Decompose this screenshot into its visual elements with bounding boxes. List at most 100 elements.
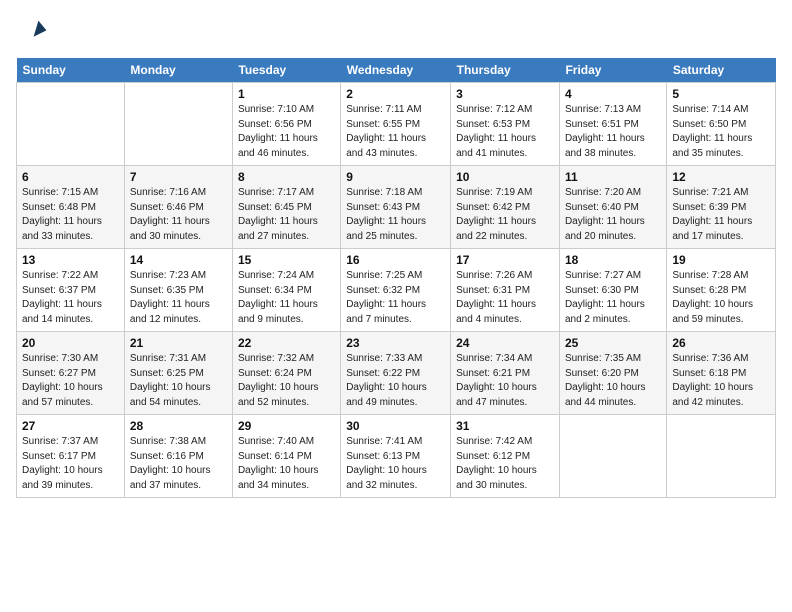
day-detail: Sunrise: 7:26 AM Sunset: 6:31 PM Dayligh…: [456, 269, 554, 327]
day-number: 24: [456, 336, 554, 350]
column-header-saturday: Saturday: [667, 58, 776, 83]
day-detail: Sunrise: 7:12 AM Sunset: 6:53 PM Dayligh…: [456, 103, 554, 161]
day-detail: Sunrise: 7:38 AM Sunset: 6:16 PM Dayligh…: [130, 435, 227, 493]
day-detail: Sunrise: 7:31 AM Sunset: 6:25 PM Dayligh…: [130, 352, 227, 410]
day-number: 10: [456, 170, 554, 184]
day-number: 7: [130, 170, 227, 184]
calendar-cell: 16 Sunrise: 7:25 AM Sunset: 6:32 PM Dayli…: [341, 249, 451, 332]
day-detail: Sunrise: 7:37 AM Sunset: 6:17 PM Dayligh…: [22, 435, 119, 493]
day-detail: Sunrise: 7:15 AM Sunset: 6:48 PM Dayligh…: [22, 186, 119, 244]
week-row-2: 6 Sunrise: 7:15 AM Sunset: 6:48 PM Daylig…: [17, 166, 776, 249]
calendar-cell: 22Sunrise: 7:32 AM Sunset: 6:24 PM Dayli…: [232, 332, 340, 415]
day-number: 15: [238, 253, 335, 267]
day-detail: Sunrise: 7:35 AM Sunset: 6:20 PM Dayligh…: [565, 352, 661, 410]
page-header: [16, 16, 776, 48]
day-number: 31: [456, 419, 554, 433]
calendar-cell: 6 Sunrise: 7:15 AM Sunset: 6:48 PM Daylig…: [17, 166, 125, 249]
calendar-cell: 9 Sunrise: 7:18 AM Sunset: 6:43 PM Daylig…: [341, 166, 451, 249]
calendar-cell: 13Sunrise: 7:22 AM Sunset: 6:37 PM Dayli…: [17, 249, 125, 332]
day-detail: Sunrise: 7:23 AM Sunset: 6:35 PM Dayligh…: [130, 269, 227, 327]
day-number: 8: [238, 170, 335, 184]
logo-icon: [16, 16, 48, 48]
day-detail: Sunrise: 7:42 AM Sunset: 6:12 PM Dayligh…: [456, 435, 554, 493]
day-detail: Sunrise: 7:11 AM Sunset: 6:55 PM Dayligh…: [346, 103, 445, 161]
day-detail: Sunrise: 7:17 AM Sunset: 6:45 PM Dayligh…: [238, 186, 335, 244]
day-number: 11: [565, 170, 661, 184]
calendar-cell: 29 Sunrise: 7:40 AM Sunset: 6:14 PM Dayli…: [232, 415, 340, 498]
day-detail: Sunrise: 7:27 AM Sunset: 6:30 PM Dayligh…: [565, 269, 661, 327]
calendar-cell: [124, 83, 232, 166]
calendar-cell: 27 Sunrise: 7:37 AM Sunset: 6:17 PM Dayli…: [17, 415, 125, 498]
day-detail: Sunrise: 7:18 AM Sunset: 6:43 PM Dayligh…: [346, 186, 445, 244]
day-number: 14: [130, 253, 227, 267]
column-header-thursday: Thursday: [451, 58, 560, 83]
day-number: 25: [565, 336, 661, 350]
calendar-cell: 21 Sunrise: 7:31 AM Sunset: 6:25 PM Dayli…: [124, 332, 232, 415]
day-number: 29: [238, 419, 335, 433]
calendar-cell: [17, 83, 125, 166]
day-detail: Sunrise: 7:34 AM Sunset: 6:21 PM Dayligh…: [456, 352, 554, 410]
day-number: 21: [130, 336, 227, 350]
calendar-cell: 4 Sunrise: 7:13 AM Sunset: 6:51 PM Daylig…: [559, 83, 666, 166]
calendar-cell: 19 Sunrise: 7:28 AM Sunset: 6:28 PM Dayli…: [667, 249, 776, 332]
calendar-cell: 26 Sunrise: 7:36 AM Sunset: 6:18 PM Dayli…: [667, 332, 776, 415]
calendar-cell: 24 Sunrise: 7:34 AM Sunset: 6:21 PM Dayli…: [451, 332, 560, 415]
calendar-cell: 20 Sunrise: 7:30 AM Sunset: 6:27 PM Dayli…: [17, 332, 125, 415]
day-number: 26: [672, 336, 770, 350]
calendar-cell: 3 Sunrise: 7:12 AM Sunset: 6:53 PM Daylig…: [451, 83, 560, 166]
day-number: 5: [672, 87, 770, 101]
week-row-5: 27 Sunrise: 7:37 AM Sunset: 6:17 PM Dayli…: [17, 415, 776, 498]
day-number: 16: [346, 253, 445, 267]
day-detail: Sunrise: 7:10 AM Sunset: 6:56 PM Dayligh…: [238, 103, 335, 161]
calendar-cell: 30Sunrise: 7:41 AM Sunset: 6:13 PM Dayli…: [341, 415, 451, 498]
day-number: 3: [456, 87, 554, 101]
week-row-1: 1 Sunrise: 7:10 AM Sunset: 6:56 PM Daylig…: [17, 83, 776, 166]
calendar-cell: 31 Sunrise: 7:42 AM Sunset: 6:12 PM Dayli…: [451, 415, 560, 498]
calendar-cell: 23 Sunrise: 7:33 AM Sunset: 6:22 PM Dayli…: [341, 332, 451, 415]
calendar-cell: 10 Sunrise: 7:19 AM Sunset: 6:42 PM Dayli…: [451, 166, 560, 249]
day-detail: Sunrise: 7:33 AM Sunset: 6:22 PM Dayligh…: [346, 352, 445, 410]
day-detail: Sunrise: 7:25 AM Sunset: 6:32 PM Dayligh…: [346, 269, 445, 327]
calendar-cell: 28Sunrise: 7:38 AM Sunset: 6:16 PM Dayli…: [124, 415, 232, 498]
day-number: 4: [565, 87, 661, 101]
logo: [16, 16, 54, 48]
calendar-cell: 2 Sunrise: 7:11 AM Sunset: 6:55 PM Daylig…: [341, 83, 451, 166]
day-number: 9: [346, 170, 445, 184]
day-number: 23: [346, 336, 445, 350]
day-detail: Sunrise: 7:24 AM Sunset: 6:34 PM Dayligh…: [238, 269, 335, 327]
week-row-3: 13Sunrise: 7:22 AM Sunset: 6:37 PM Dayli…: [17, 249, 776, 332]
day-detail: Sunrise: 7:14 AM Sunset: 6:50 PM Dayligh…: [672, 103, 770, 161]
day-detail: Sunrise: 7:28 AM Sunset: 6:28 PM Dayligh…: [672, 269, 770, 327]
day-detail: Sunrise: 7:13 AM Sunset: 6:51 PM Dayligh…: [565, 103, 661, 161]
day-detail: Sunrise: 7:30 AM Sunset: 6:27 PM Dayligh…: [22, 352, 119, 410]
calendar-cell: 25 Sunrise: 7:35 AM Sunset: 6:20 PM Dayli…: [559, 332, 666, 415]
calendar-cell: 17 Sunrise: 7:26 AM Sunset: 6:31 PM Dayli…: [451, 249, 560, 332]
day-number: 20: [22, 336, 119, 350]
calendar-cell: 5 Sunrise: 7:14 AM Sunset: 6:50 PM Daylig…: [667, 83, 776, 166]
day-number: 18: [565, 253, 661, 267]
calendar-cell: [559, 415, 666, 498]
day-detail: Sunrise: 7:36 AM Sunset: 6:18 PM Dayligh…: [672, 352, 770, 410]
calendar-cell: [667, 415, 776, 498]
day-number: 19: [672, 253, 770, 267]
calendar-table: SundayMondayTuesdayWednesdayThursdayFrid…: [16, 58, 776, 498]
column-header-monday: Monday: [124, 58, 232, 83]
day-number: 6: [22, 170, 119, 184]
calendar-cell: 7Sunrise: 7:16 AM Sunset: 6:46 PM Daylig…: [124, 166, 232, 249]
day-detail: Sunrise: 7:40 AM Sunset: 6:14 PM Dayligh…: [238, 435, 335, 493]
column-header-tuesday: Tuesday: [232, 58, 340, 83]
day-number: 17: [456, 253, 554, 267]
week-row-4: 20 Sunrise: 7:30 AM Sunset: 6:27 PM Dayli…: [17, 332, 776, 415]
calendar-cell: 1 Sunrise: 7:10 AM Sunset: 6:56 PM Daylig…: [232, 83, 340, 166]
calendar-cell: 8 Sunrise: 7:17 AM Sunset: 6:45 PM Daylig…: [232, 166, 340, 249]
day-number: 2: [346, 87, 445, 101]
calendar-cell: 15 Sunrise: 7:24 AM Sunset: 6:34 PM Dayli…: [232, 249, 340, 332]
day-detail: Sunrise: 7:20 AM Sunset: 6:40 PM Dayligh…: [565, 186, 661, 244]
calendar-cell: 14 Sunrise: 7:23 AM Sunset: 6:35 PM Dayli…: [124, 249, 232, 332]
day-number: 1: [238, 87, 335, 101]
day-headers-row: SundayMondayTuesdayWednesdayThursdayFrid…: [17, 58, 776, 83]
column-header-wednesday: Wednesday: [341, 58, 451, 83]
day-number: 27: [22, 419, 119, 433]
day-number: 22: [238, 336, 335, 350]
day-detail: Sunrise: 7:19 AM Sunset: 6:42 PM Dayligh…: [456, 186, 554, 244]
